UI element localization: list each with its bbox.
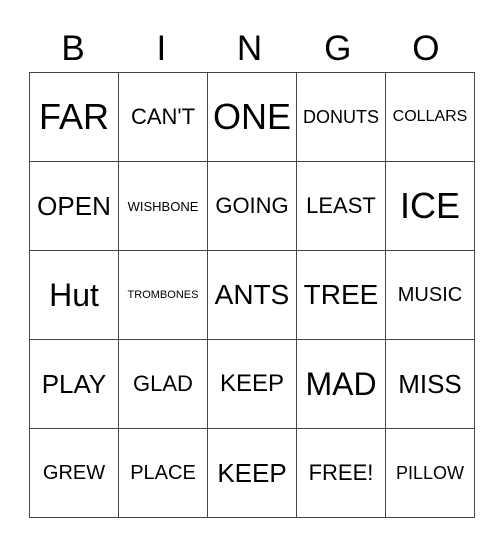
bingo-cell[interactable]: GLAD [118,339,208,429]
bingo-cell[interactable]: GOING [207,161,297,251]
bingo-cell[interactable]: PLAY [29,339,119,429]
grid-row: OPEN WISHBONE GOING LEAST ICE [29,161,475,251]
bingo-cell[interactable]: DONUTS [296,72,386,162]
header-letter-o: O [412,29,440,68]
grid-row: FAR CAN'T ONE DONUTS COLLARS [29,72,475,162]
header-letter-g: G [324,29,352,68]
header-letter-i: I [156,29,167,68]
bingo-cell[interactable]: ICE [385,161,475,251]
header-letter-b: B [61,29,85,68]
bingo-cell[interactable]: TREE [296,250,386,340]
bingo-cell[interactable]: PILLOW [385,428,475,518]
grid-row: Hut TROMBONES ANTS TREE MUSIC [29,250,475,340]
bingo-cell[interactable]: OPEN [29,161,119,251]
grid-row: GREW PLACE KEEP FREE! PILLOW [29,428,475,518]
bingo-cell[interactable]: MUSIC [385,250,475,340]
bingo-cell[interactable]: GREW [29,428,119,518]
bingo-cell[interactable]: KEEP [207,339,297,429]
bingo-cell[interactable]: CAN'T [118,72,208,162]
bingo-cell[interactable]: COLLARS [385,72,475,162]
header-letter-n: N [236,29,263,68]
bingo-cell[interactable]: FREE! [296,428,386,518]
bingo-cell[interactable]: PLACE [118,428,208,518]
bingo-cell[interactable]: Hut [29,250,119,340]
bingo-header: B I N G O [29,26,470,72]
grid-row: PLAY GLAD KEEP MAD MISS [29,339,475,429]
bingo-cell[interactable]: TROMBONES [118,250,208,340]
bingo-cell[interactable]: WISHBONE [118,161,208,251]
bingo-cell[interactable]: LEAST [296,161,386,251]
bingo-cell[interactable]: MAD [296,339,386,429]
bingo-cell[interactable]: ONE [207,72,297,162]
bingo-cell[interactable]: MISS [385,339,475,429]
bingo-cell[interactable]: KEEP [207,428,297,518]
bingo-cell[interactable]: ANTS [207,250,297,340]
bingo-grid: FAR CAN'T ONE DONUTS COLLARS OPEN WISHBO… [29,72,475,518]
bingo-cell[interactable]: FAR [29,72,119,162]
